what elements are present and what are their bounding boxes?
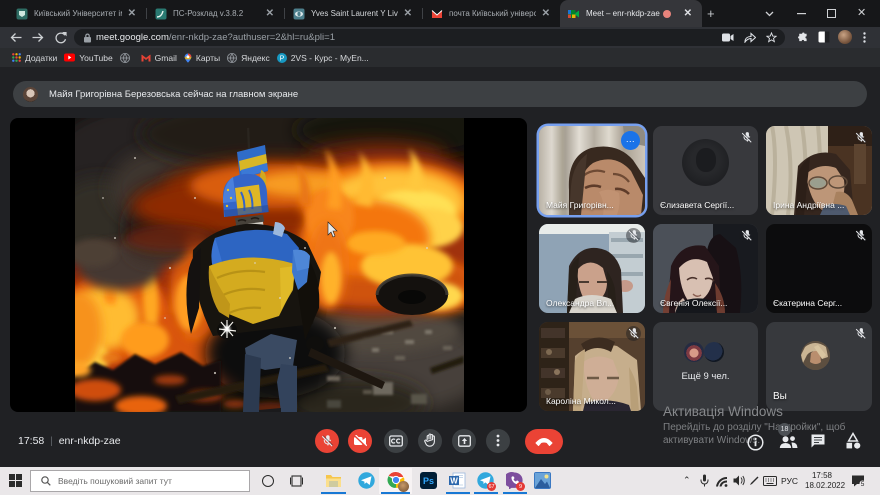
svg-text:P: P: [279, 55, 284, 62]
svg-text:5: 5: [861, 481, 865, 487]
svg-text:W: W: [450, 477, 458, 486]
